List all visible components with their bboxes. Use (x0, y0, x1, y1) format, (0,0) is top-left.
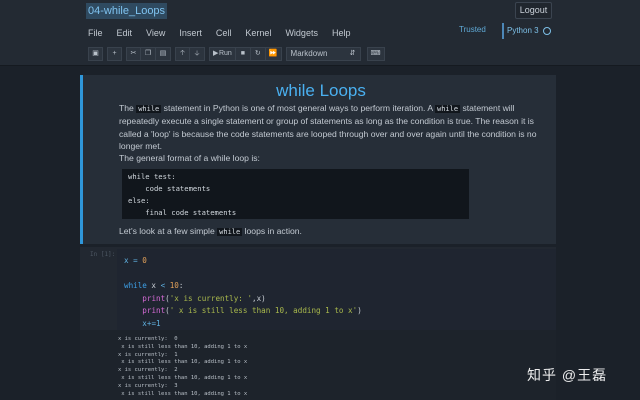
token: x (146, 281, 161, 291)
menu-file[interactable]: File (88, 27, 103, 39)
output-line: x is currently: 3 (118, 382, 178, 389)
menu-view[interactable]: View (146, 27, 165, 39)
trusted-indicator[interactable]: Trusted (459, 25, 486, 34)
output-line: x is currently: 0 (118, 336, 178, 342)
menu-widgets[interactable]: Widgets (285, 27, 318, 39)
cut-icon[interactable]: ✂ (126, 46, 141, 61)
notebook-header: 04-while_Loops Logout File Edit View Ins… (0, 0, 640, 66)
kernel-indicator[interactable]: Python 3 (502, 23, 551, 39)
code-block-line: else: (128, 196, 150, 205)
code-block-line: final code statements (128, 208, 237, 217)
code-line: while x < 10: (124, 280, 556, 293)
input-prompt: In [1]: (90, 251, 116, 258)
markdown-paragraph-1: The while statement in Python is one of … (119, 102, 553, 153)
kernel-idle-icon (542, 27, 551, 35)
output-line: x is still less than 10, adding 1 to x (118, 374, 248, 381)
code-line: x = 0 (124, 255, 556, 268)
output-line: x is currently: 1 (118, 351, 178, 358)
inline-code: while (136, 105, 162, 113)
stop-icon[interactable]: ■ (235, 46, 251, 61)
token: 10 (165, 281, 179, 291)
code-block-line: code statements (128, 184, 211, 193)
code-cell[interactable]: In [1]: x = 0 while x < 10: print('x is … (80, 247, 556, 333)
token: = (128, 256, 143, 265)
menu-bar: File Edit View Insert Cell Kernel Widget… (88, 27, 364, 39)
output-line: x is currently: 2 (118, 367, 178, 374)
code-line: print('x is currently: ',x) (142, 293, 266, 303)
markdown-paragraph-3: Let's look at a few simple while loops i… (119, 225, 553, 238)
menu-edit[interactable]: Edit (117, 27, 133, 39)
token: ,x) (252, 293, 266, 303)
keyboard-icon[interactable]: ⌨ (366, 46, 385, 61)
text-run: The (119, 103, 137, 113)
token: print (142, 306, 166, 316)
output-line: x is still less than 10, adding 1 to x (118, 343, 248, 350)
code-block-line: while test: (128, 172, 176, 181)
select-arrows-icon: ⇵ (349, 49, 356, 57)
cell-type-value: Markdown (290, 48, 328, 58)
fast-forward-icon[interactable]: ⏩ (265, 46, 282, 61)
token: ' x is still less than 10, adding 1 to x… (169, 306, 358, 316)
scrollbar[interactable] (632, 66, 640, 400)
move-down-icon[interactable]: 🡣 (190, 46, 205, 61)
token: print (142, 293, 166, 303)
toolbar: ▣ + ✂ ❐ ▤ 🡡 🡣 ▶ Run ■ ↻ ⏩ Markdown ⇵ ⌨ (88, 46, 389, 61)
run-label: Run (218, 49, 232, 57)
token: while (124, 281, 147, 291)
output-text: x is currently: 0 x is still less than 1… (118, 336, 247, 398)
menu-kernel[interactable]: Kernel (245, 27, 271, 39)
menu-cell[interactable]: Cell (216, 27, 232, 39)
output-line: x is still less than 10, adding 1 to x (118, 390, 248, 397)
output-line: x is still less than 10, adding 1 to x (118, 359, 248, 366)
code-line: x+=1 (124, 318, 556, 331)
copy-icon[interactable]: ❐ (141, 46, 156, 61)
kernel-name: Python 3 (507, 26, 539, 35)
menu-help[interactable]: Help (332, 27, 351, 39)
insert-cell-icon[interactable]: + (107, 46, 122, 61)
token: 'x is currently: ' (169, 293, 253, 303)
paste-icon[interactable]: ▤ (156, 46, 171, 61)
cell-type-select[interactable]: Markdown ⇵ (285, 46, 361, 61)
token: : (178, 281, 184, 291)
token: x+=1 (142, 318, 161, 328)
text-run: statement in Python is one of most gener… (161, 103, 435, 113)
restart-icon[interactable]: ↻ (250, 46, 266, 61)
menu-insert[interactable]: Insert (179, 27, 202, 39)
token: 0 (142, 256, 147, 265)
text-run: Let's look at a few simple (119, 226, 218, 236)
text-run: loops in action. (242, 226, 302, 236)
code-line: print(' x is still less than 10, adding … (142, 306, 362, 316)
markdown-cell[interactable]: while Loops The while statement in Pytho… (80, 75, 556, 244)
move-up-icon[interactable]: 🡡 (175, 46, 190, 61)
markdown-heading: while Loops (276, 81, 366, 100)
notebook-title[interactable]: 04-while_Loops (86, 3, 168, 19)
logout-button[interactable]: Logout (515, 2, 552, 19)
notebook-container: while Loops The while statement in Pytho… (80, 75, 556, 400)
run-button[interactable]: ▶ Run (209, 46, 236, 61)
code-block: while test: code statements else: final c… (122, 169, 469, 219)
inline-code: while (217, 228, 243, 236)
save-icon[interactable]: ▣ (88, 46, 103, 61)
inline-code: while (435, 105, 461, 113)
code-editor[interactable]: x = 0 while x < 10: print('x is currentl… (117, 249, 556, 332)
markdown-paragraph-2: The general format of a while loop is: (119, 153, 260, 163)
watermark: 知乎 @王磊 (527, 367, 608, 383)
output-area: x is currently: 0 x is still less than 1… (80, 330, 556, 400)
